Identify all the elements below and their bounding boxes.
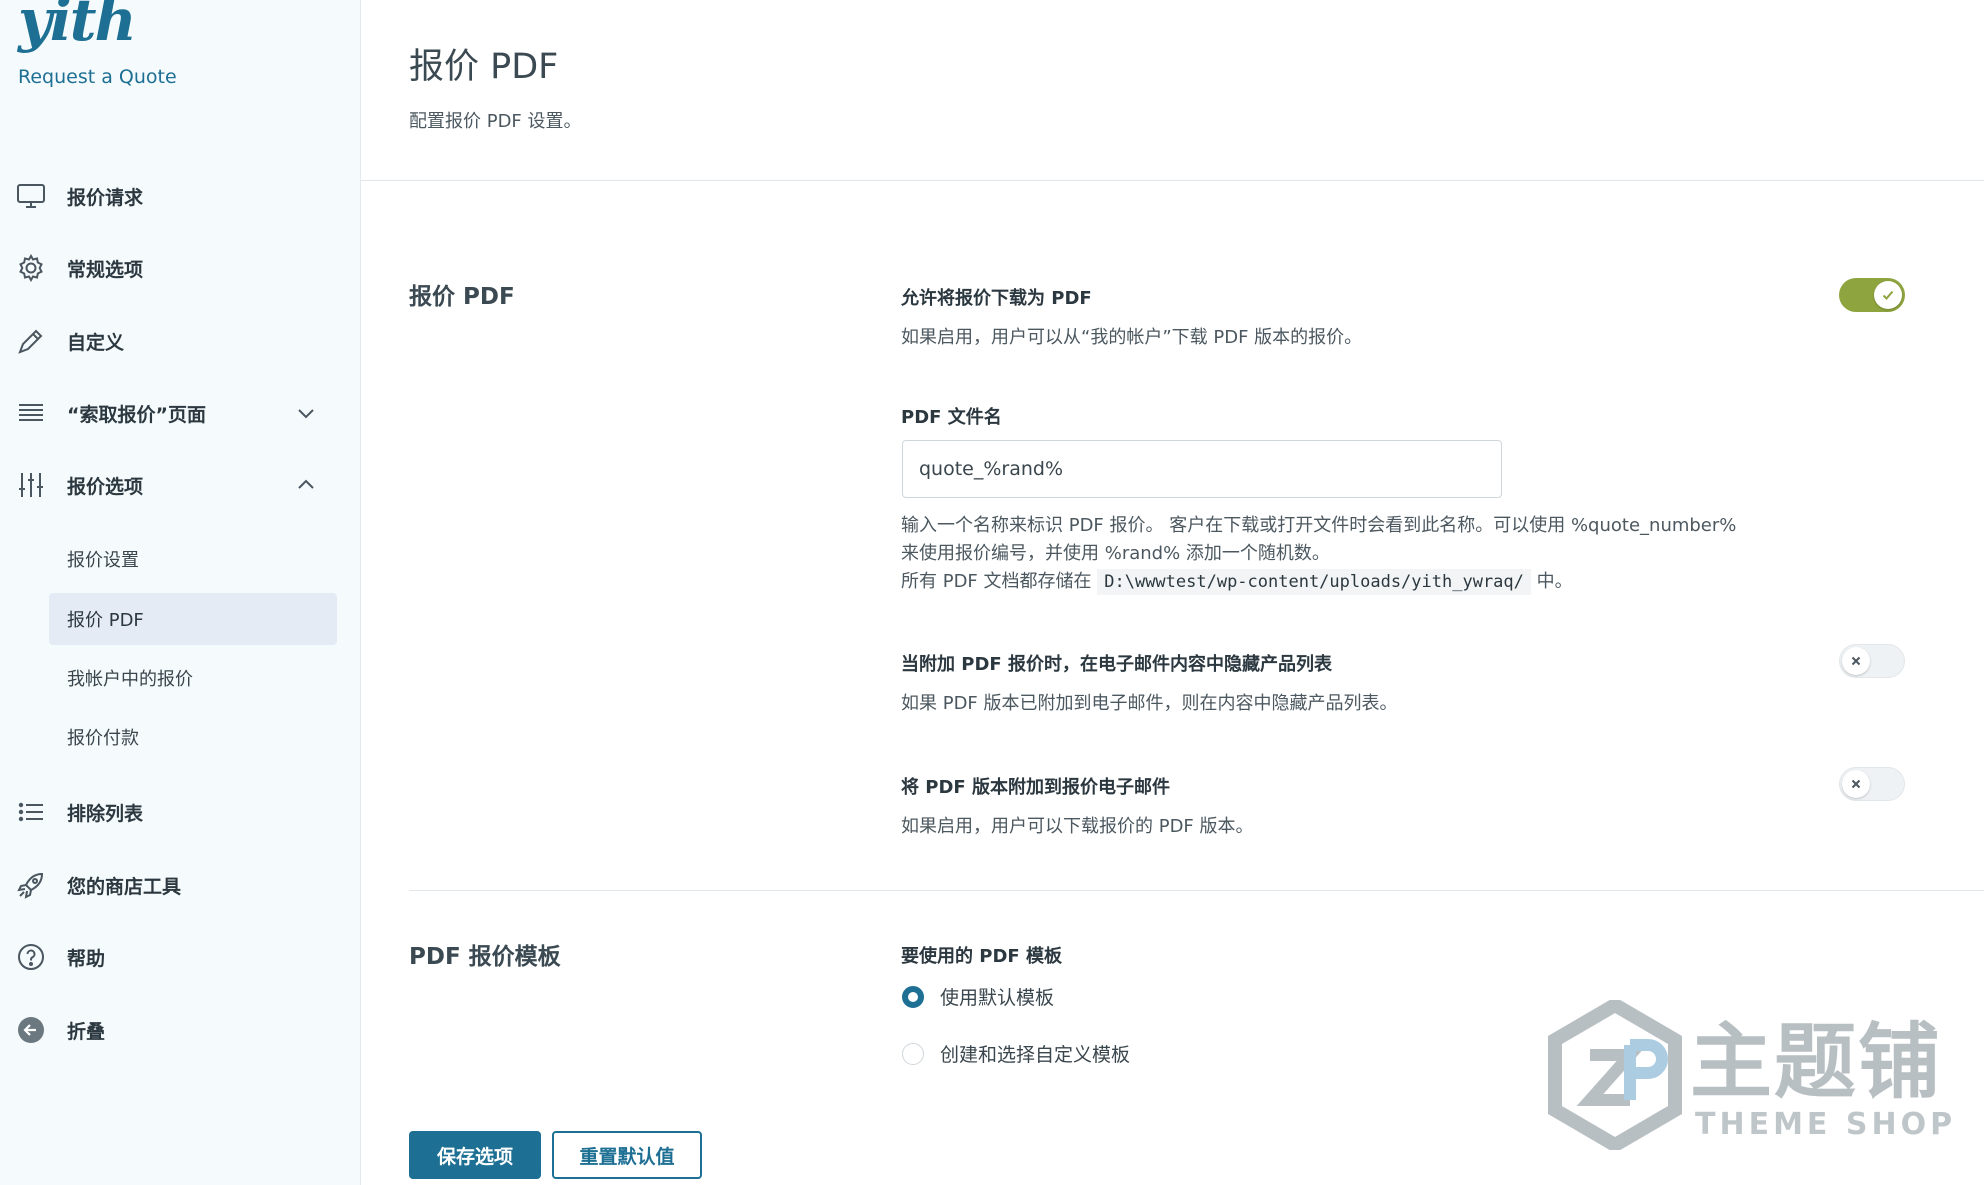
pdf-storage-path: D:\wwwtest/wp-content/uploads/yith_ywraq… [1097,569,1531,595]
sidebar-subitem-label: 报价付款 [67,728,139,749]
allow-download-label: 允许将报价下载为 PDF [901,288,1092,309]
sidebar-item-quote-requests[interactable]: 报价请求 [0,166,360,226]
allow-download-description: 如果启用，用户可以从“我的帐户”下载 PDF 版本的报价。 [901,327,1363,348]
watermark-sub: THEME SHOP [1695,1107,1957,1142]
watermark-logo-icon [1548,1000,1682,1150]
sidebar-subitem-my-account-quotes[interactable]: 我帐户中的报价 [49,652,337,704]
watermark: 主题铺 THEME SHOP [1545,995,1965,1155]
close-icon [1842,770,1870,798]
pen-icon [14,324,48,358]
sidebar-item-label: 报价请求 [67,186,144,209]
section-title-template: PDF 报价模板 [409,944,561,970]
pdf-template-label: 要使用的 PDF 模板 [901,946,1062,967]
sidebar-item-customize[interactable]: 自定义 [0,311,360,371]
sidebar-item-quote-options[interactable]: 报价选项 [0,455,360,515]
radio-custom-template[interactable]: 创建和选择自定义模板 [902,1040,1130,1067]
radio-button-checked[interactable] [902,985,924,1008]
list-lines-icon [14,396,48,430]
sidebar-subitem-label: 报价 PDF [67,610,144,631]
attach-pdf-description: 如果启用，用户可以下载报价的 PDF 版本。 [901,816,1254,837]
sidebar-item-label: 帮助 [67,947,106,970]
pdf-storage-suffix: 中。 [1536,571,1573,592]
attach-pdf-toggle[interactable] [1839,767,1905,801]
pdf-filename-description: 输入一个名称来标识 PDF 报价。 客户在下载或打开文件时会看到此名称。可以使用… [901,512,1736,596]
sidebar-item-collapse[interactable]: 折叠 [0,1000,360,1060]
attach-pdf-label: 将 PDF 版本附加到报价电子邮件 [901,777,1170,798]
pdf-filename-label: PDF 文件名 [901,407,1002,428]
radio-button-unchecked[interactable] [902,1042,924,1065]
sidebar-subitem-quote-settings[interactable]: 报价设置 [49,533,337,585]
sidebar-item-general-options[interactable]: 常规选项 [0,238,360,298]
chevron-up-icon[interactable] [294,473,318,497]
hide-products-description: 如果 PDF 版本已附加到电子邮件，则在内容中隐藏产品列表。 [901,693,1398,714]
save-options-button[interactable]: 保存选项 [409,1131,541,1179]
pdf-filename-description-line2: 来使用报价编号，并使用 %rand% 添加一个随机数。 [901,543,1330,564]
sidebar-item-help[interactable]: 帮助 [0,927,360,987]
bullet-list-icon [14,795,48,829]
sidebar-subitem-quote-payment[interactable]: 报价付款 [49,711,337,763]
sidebar-subitem-quote-pdf[interactable]: 报价 PDF [49,593,337,645]
sidebar-item-label: 折叠 [67,1020,106,1043]
product-name: Request a Quote [18,66,177,88]
reset-defaults-button[interactable]: 重置默认值 [552,1131,702,1179]
divider [409,890,1984,891]
check-icon [1874,281,1902,309]
sidebar-subitem-label: 报价设置 [67,550,139,571]
radio-label: 使用默认模板 [940,987,1055,1009]
sidebar-item-label: “索取报价”页面 [67,403,206,426]
hide-products-toggle[interactable] [1839,644,1905,678]
chevron-down-icon[interactable] [294,401,318,425]
sliders-icon [14,468,48,502]
page-title: 报价 PDF [409,47,559,87]
watermark-brand: 主题铺 [1690,1015,1943,1110]
help-icon [14,940,48,974]
hide-products-label: 当附加 PDF 报价时，在电子邮件内容中隐藏产品列表 [901,654,1332,675]
brand: yith Request a Quote [18,0,177,88]
sidebar-item-label: 您的商店工具 [67,875,182,898]
gear-icon [14,251,48,285]
monitor-icon [14,179,48,213]
pdf-filename-input[interactable] [902,440,1502,498]
yith-logo: yith [18,0,137,54]
rocket-icon [14,868,48,902]
radio-label: 创建和选择自定义模板 [940,1044,1131,1066]
divider [361,180,1984,181]
page-description: 配置报价 PDF 设置。 [409,111,582,132]
sidebar-item-store-tools[interactable]: 您的商店工具 [0,855,360,915]
sidebar-subitem-label: 我帐户中的报价 [67,669,193,690]
section-title-pdf: 报价 PDF [409,284,515,310]
close-icon [1842,647,1870,675]
pdf-storage-line: 所有 PDF 文档都存储在 D:\wwwtest/wp-content/uplo… [901,568,1736,596]
sidebar-item-label: 排除列表 [67,802,144,825]
sidebar-item-label: 报价选项 [67,475,144,498]
sidebar-item-quote-page[interactable]: “索取报价”页面 [0,383,360,443]
sidebar-item-label: 自定义 [67,331,125,354]
sidebar-item-exclusion-list[interactable]: 排除列表 [0,782,360,842]
allow-download-toggle[interactable] [1839,278,1905,312]
pdf-storage-prefix: 所有 PDF 文档都存储在 [901,571,1092,592]
pdf-filename-description-line1: 输入一个名称来标识 PDF 报价。 客户在下载或打开文件时会看到此名称。可以使用… [901,515,1737,536]
radio-default-template[interactable]: 使用默认模板 [902,983,1054,1010]
sidebar: yith Request a Quote 报价请求 常规选项 自定义 “索取报价… [0,0,361,1185]
sidebar-item-label: 常规选项 [67,258,144,281]
collapse-arrow-icon [14,1013,48,1047]
